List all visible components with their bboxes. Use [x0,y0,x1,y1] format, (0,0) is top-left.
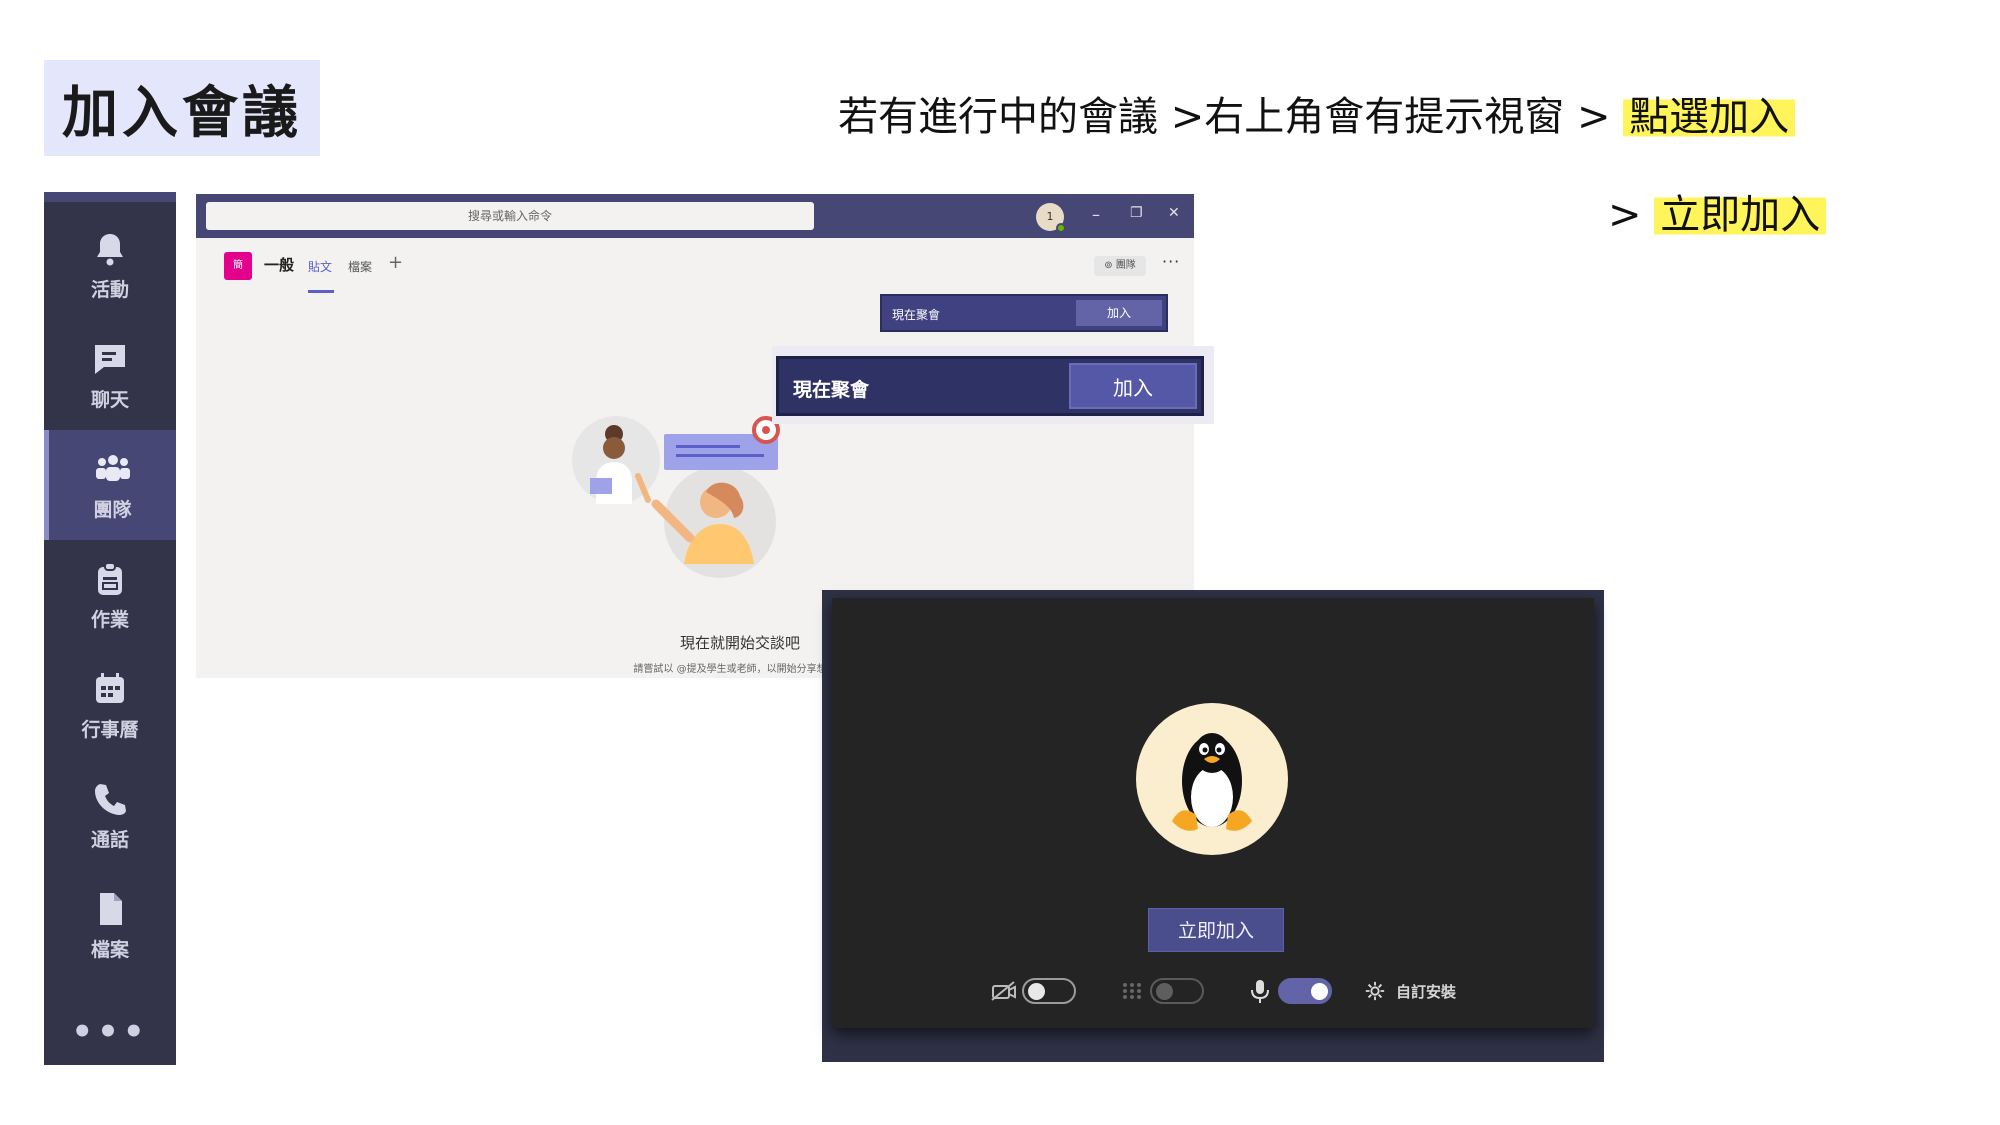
title-bar: 搜尋或輸入命令 1 – ❐ ✕ [196,194,1194,238]
file-icon [100,892,122,925]
rail-item-calendar[interactable]: 行事曆 [44,650,176,760]
rail-more-button[interactable]: ••• [44,1012,176,1052]
microphone-toggle[interactable] [1278,978,1332,1004]
minimize-icon[interactable]: – [1092,205,1100,224]
more-options-icon[interactable]: ··· [1162,252,1180,271]
penguin-icon [1172,733,1252,831]
toggle-knob [1311,983,1328,1000]
rail-label: 檔案 [90,938,129,961]
camera-off-icon [991,981,1016,1001]
rail-label: 團隊 [93,498,132,521]
rail-item-teams[interactable]: 團隊 [44,430,176,540]
search-input[interactable]: 搜尋或輸入命令 [206,202,814,230]
calendar-icon [96,672,124,703]
meeting-notification-banner: 現在聚會 加入 [880,294,1168,332]
instruction-line-2: > 立即加入 [1608,182,1827,240]
zoomed-meeting-label: 現在聚會 [793,379,870,401]
camera-toggle[interactable] [1022,978,1076,1004]
team-button[interactable]: ⊚ 團隊 [1094,256,1146,276]
instruction-highlight-join-now: 立即加入 [1654,192,1827,238]
tab-files[interactable]: 檔案 [348,258,372,275]
conversation-illustration [572,416,780,578]
avatar-initial: 1 [1046,210,1054,223]
slide: 加入會議 若有進行中的會議 >右上角會有提示視窗 > 點選加入 > 立即加入 活… [0,0,2000,1125]
meeting-notification-label: 現在聚會 [892,308,941,322]
chat-icon [95,344,125,374]
teams-icon [95,454,130,481]
bell-icon [97,233,123,265]
device-settings-label: 自訂安裝 [1396,982,1457,1001]
rail-item-assignments[interactable]: 作業 [44,540,176,650]
join-now-button[interactable]: 立即加入 [1148,908,1284,952]
microphone-icon [1251,980,1269,1003]
restore-icon[interactable]: ❐ [1130,205,1143,221]
instruction-text: > [1608,192,1655,238]
add-tab-icon[interactable]: + [388,252,403,273]
presence-dot [1056,223,1066,233]
rail-label: 通話 [90,828,129,851]
rail-label: 聊天 [90,388,129,411]
instruction-text: 若有進行中的會議 >右上角會有提示視窗 > [838,94,1624,140]
rail-label: 作業 [90,608,129,631]
prejoin-dialog: 立即加入 自訂安裝 [832,598,1594,1028]
channel-name: 一般 [264,256,295,274]
slide-title-box: 加入會議 [44,60,320,156]
rail-label: 活動 [90,278,129,301]
background-blur-icon [1123,983,1141,999]
instruction-line-1: 若有進行中的會議 >右上角會有提示視窗 > 點選加入 [838,84,1796,142]
background-blur-toggle[interactable] [1150,978,1204,1004]
zoomed-meeting-banner: 現在聚會 加入 [776,356,1204,416]
device-settings-button[interactable]: 自訂安裝 [1364,979,1456,1003]
rail-item-chat[interactable]: 聊天 [44,320,176,430]
gear-icon [1365,981,1385,1001]
join-meeting-button[interactable]: 加入 [1076,300,1162,326]
app-rail: 活動 聊天 團隊 作業 行事曆 通話 檔案 ••• [44,192,176,1065]
zoomed-join-button[interactable]: 加入 [1069,363,1197,409]
tab-posts[interactable]: 貼文 [308,258,332,275]
assignments-icon [98,561,122,595]
instruction-highlight-click-join: 點選加入 [1623,94,1796,140]
rail-label: 行事曆 [81,718,139,741]
phone-icon [95,783,126,815]
slide-title: 加入會議 [62,80,302,146]
team-avatar: 簡 [224,252,252,280]
avatar[interactable]: 1 [1036,203,1066,233]
active-tab-indicator [308,290,334,293]
close-icon[interactable]: ✕ [1168,205,1180,221]
toggle-knob [1028,983,1045,1000]
rail-item-files[interactable]: 檔案 [44,870,176,980]
rail-item-activity[interactable]: 活動 [44,210,176,320]
toggle-knob [1156,983,1173,1000]
user-avatar [1136,703,1288,855]
rail-item-calls[interactable]: 通話 [44,760,176,870]
